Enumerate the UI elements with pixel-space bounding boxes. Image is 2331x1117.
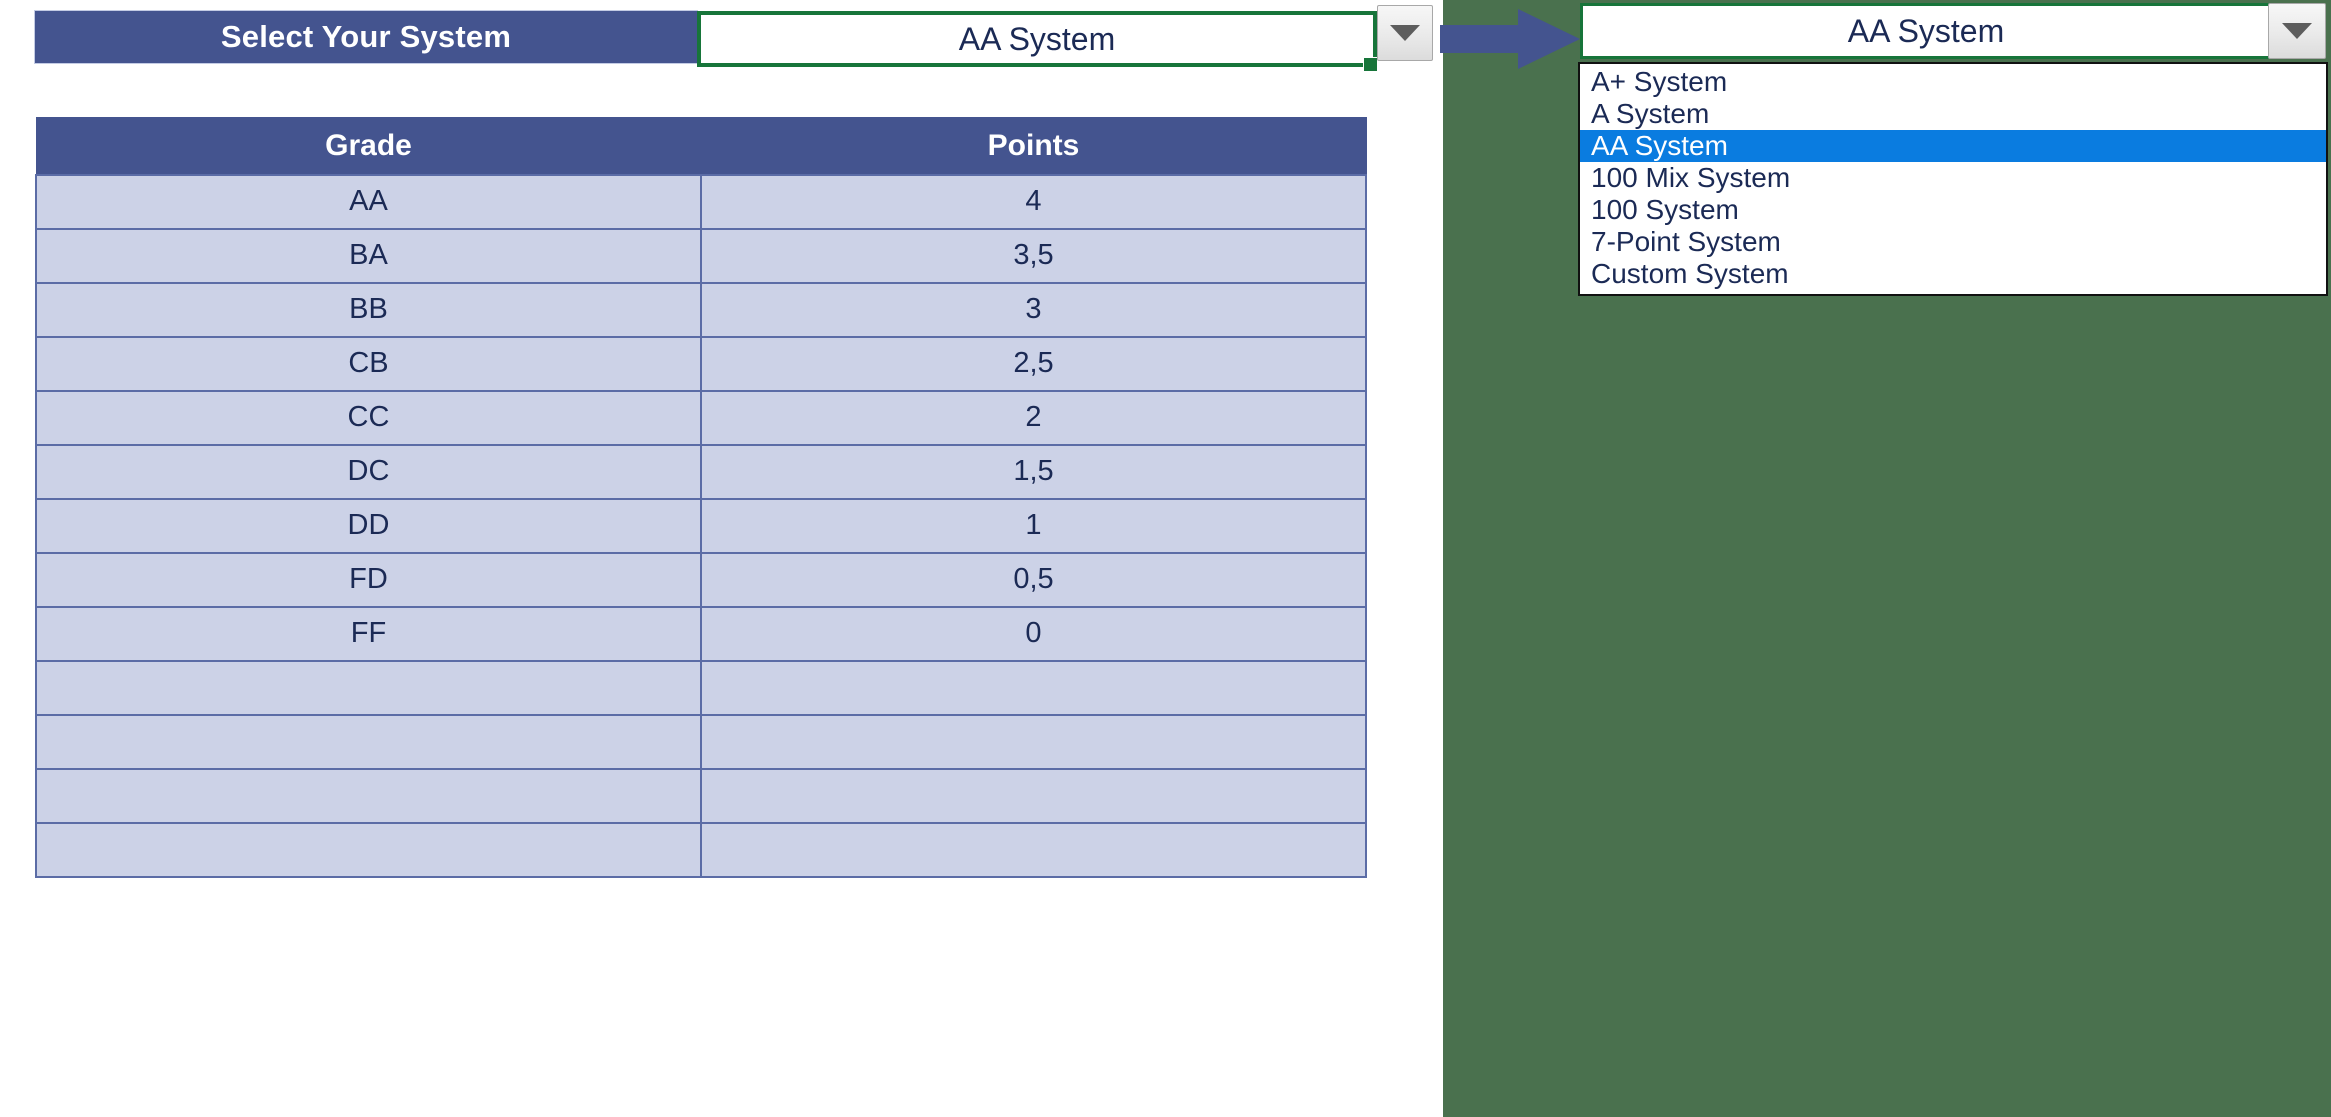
cell-points[interactable]: 2,5 — [700, 335, 1367, 392]
dropdown-option[interactable]: A System — [1580, 98, 2326, 130]
table-row-empty[interactable] — [35, 821, 1367, 878]
cell-points[interactable]: 4 — [700, 173, 1367, 230]
cell-grade[interactable]: AA — [35, 173, 702, 230]
chevron-down-icon — [1390, 25, 1420, 41]
system-combobox[interactable]: AA System — [697, 11, 1377, 67]
system-combobox-expanded-dropdown-button[interactable] — [2268, 3, 2326, 59]
system-combobox-value: AA System — [958, 20, 1116, 57]
cell-points[interactable]: 2 — [700, 389, 1367, 446]
cell-grade[interactable]: DD — [35, 497, 702, 554]
dropdown-option-selected[interactable]: AA System — [1580, 130, 2326, 162]
table-row[interactable]: CC 2 — [35, 389, 1367, 446]
system-combobox-dropdown-button[interactable] — [1377, 5, 1433, 61]
cell-points[interactable] — [700, 767, 1367, 824]
system-combobox-expanded[interactable]: AA System — [1580, 3, 2272, 59]
cell-points[interactable]: 1 — [700, 497, 1367, 554]
system-dropdown-list[interactable]: A+ System A System AA System 100 Mix Sys… — [1578, 62, 2328, 296]
cell-fill-handle[interactable] — [1363, 57, 1378, 72]
cell-grade[interactable]: BB — [35, 281, 702, 338]
table-row[interactable]: DC 1,5 — [35, 443, 1367, 500]
cell-grade[interactable]: FD — [35, 551, 702, 608]
table-row[interactable]: DD 1 — [35, 497, 1367, 554]
table-row-empty[interactable] — [35, 659, 1367, 716]
table-row[interactable]: FD 0,5 — [35, 551, 1367, 608]
cell-points[interactable]: 1,5 — [700, 443, 1367, 500]
table-row[interactable]: BA 3,5 — [35, 227, 1367, 284]
table-header-row: Grade Points — [35, 117, 1367, 175]
right-arrow-icon — [1440, 8, 1580, 70]
column-header-points: Points — [700, 117, 1367, 175]
table-row[interactable]: FF 0 — [35, 605, 1367, 662]
cell-grade[interactable]: DC — [35, 443, 702, 500]
grade-points-table: Grade Points AA 4 BA 3,5 BB 3 CB 2,5 CC — [35, 117, 1367, 878]
table-row-empty[interactable] — [35, 713, 1367, 770]
dropdown-option[interactable]: 100 Mix System — [1580, 162, 2326, 194]
worksheet-canvas: Select Your System AA System AA System A… — [0, 0, 2331, 1117]
dropdown-option[interactable]: Custom System — [1580, 258, 2326, 290]
cell-grade[interactable] — [35, 767, 702, 824]
cell-points[interactable] — [700, 659, 1367, 716]
select-system-label: Select Your System — [220, 19, 512, 54]
table-row-empty[interactable] — [35, 767, 1367, 824]
dropdown-option[interactable]: 7-Point System — [1580, 226, 2326, 258]
cell-points[interactable]: 0,5 — [700, 551, 1367, 608]
dropdown-option[interactable]: 100 System — [1580, 194, 2326, 226]
cell-grade[interactable]: FF — [35, 605, 702, 662]
cell-points[interactable]: 0 — [700, 605, 1367, 662]
column-header-grade: Grade — [35, 117, 702, 175]
table-row[interactable]: AA 4 — [35, 173, 1367, 230]
cell-grade[interactable]: BA — [35, 227, 702, 284]
cell-points[interactable]: 3,5 — [700, 227, 1367, 284]
table-row[interactable]: CB 2,5 — [35, 335, 1367, 392]
dropdown-option[interactable]: A+ System — [1580, 66, 2326, 98]
cell-grade[interactable]: CB — [35, 335, 702, 392]
cell-points[interactable]: 3 — [700, 281, 1367, 338]
chevron-down-icon — [2282, 23, 2312, 39]
system-combobox-expanded-value: AA System — [1847, 12, 2005, 49]
cell-points[interactable] — [700, 821, 1367, 878]
cell-grade[interactable]: CC — [35, 389, 702, 446]
select-system-label-band: Select Your System — [35, 11, 697, 63]
cell-grade[interactable] — [35, 659, 702, 716]
cell-points[interactable] — [700, 713, 1367, 770]
table-row[interactable]: BB 3 — [35, 281, 1367, 338]
cell-grade[interactable] — [35, 713, 702, 770]
cell-grade[interactable] — [35, 821, 702, 878]
